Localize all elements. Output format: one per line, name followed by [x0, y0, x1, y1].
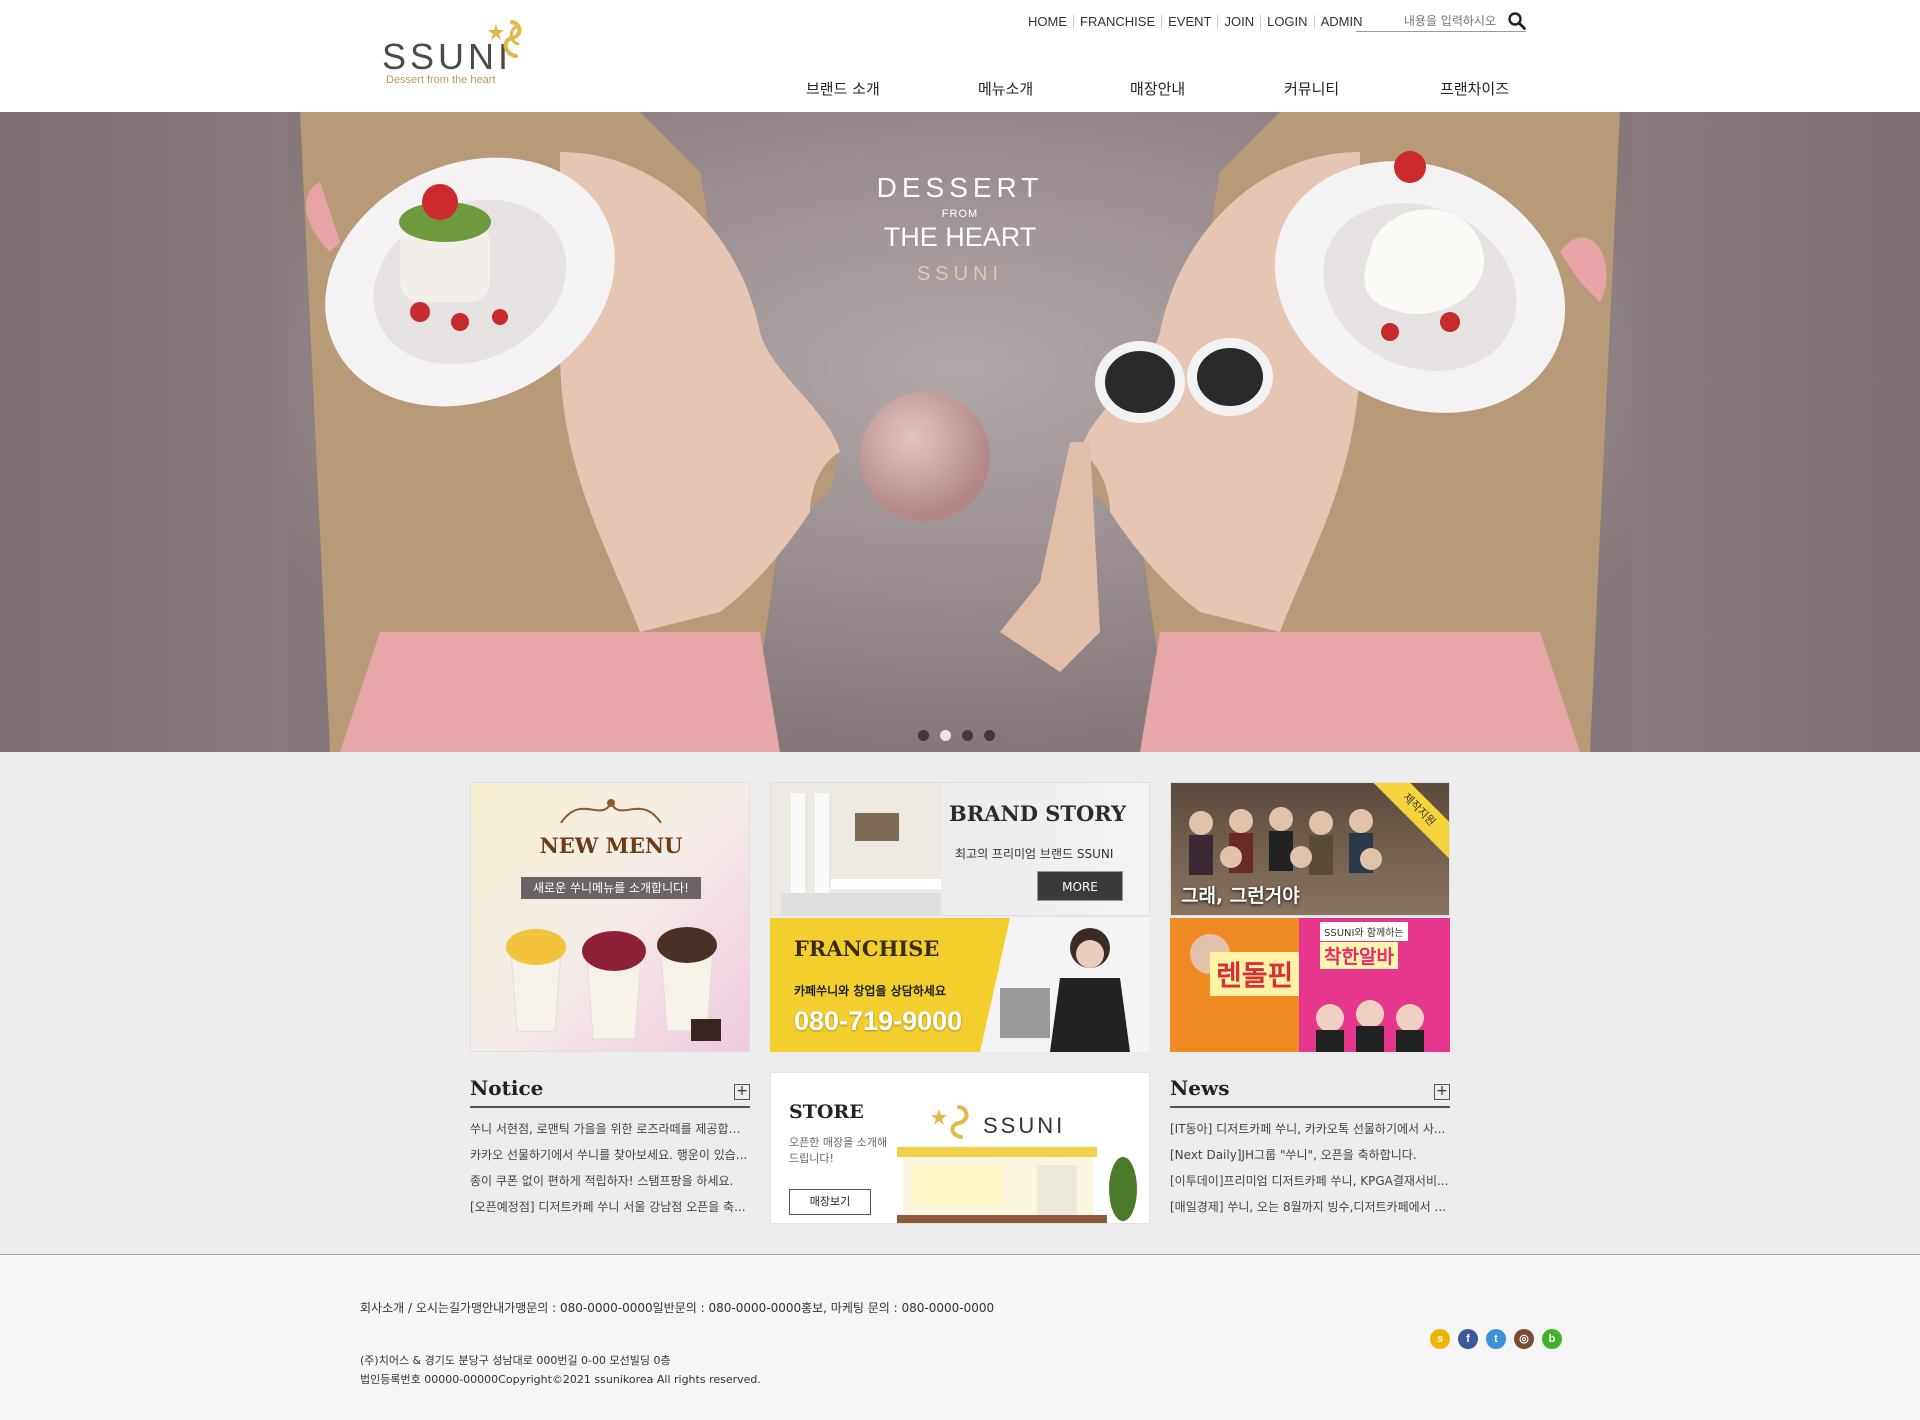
show-brand-note: SSUNI와 함께하는: [1320, 922, 1408, 941]
logo-tagline: Dessert from the heart: [386, 74, 496, 86]
facebook-icon[interactable]: f: [1458, 1329, 1478, 1349]
util-login-link[interactable]: LOGIN: [1261, 15, 1315, 29]
search-icon[interactable]: [1508, 12, 1526, 30]
slider-dot-2[interactable]: [940, 730, 951, 741]
store-view-button[interactable]: 매장보기: [789, 1189, 871, 1215]
notice-more-icon[interactable]: +: [734, 1084, 750, 1100]
news-title: News: [1170, 1076, 1230, 1100]
hero-headline: DESSERT FROM THE HEART SSUNI: [860, 172, 1060, 286]
twitter-icon[interactable]: t: [1486, 1329, 1506, 1349]
hero-line-from: FROM: [941, 208, 979, 220]
news-item[interactable]: [이투데이]프리미엄 디저트카페 쑤니, KPGA결재서비...: [1170, 1172, 1450, 1198]
ornament-icon: [560, 799, 662, 824]
drama-caption: 그래, 그런거야: [1181, 885, 1300, 907]
news-divider: [1170, 1106, 1450, 1108]
main-nav: 브랜드 소개 메뉴소개 매장안내 커뮤니티 프랜차이즈: [760, 78, 1550, 108]
franchise-subtitle: 카페쑤니와 창업을 상담하세요: [794, 984, 946, 998]
footer-address: (주)치어스 & 경기도 분당구 성남대로 000번길 0-00 모선빌딩 0층: [360, 1354, 671, 1367]
brand-story-tile[interactable]: BRAND STORY 최고의 프리미엄 브랜드 SSUNI MORE: [770, 782, 1150, 916]
logo-sparkle-icon: [488, 20, 522, 58]
show-subtitle: 착한알바: [1320, 942, 1398, 969]
news-item[interactable]: [IT동아] 디저트카페 쑤니, 카카오톡 선물하기에서 사...: [1170, 1120, 1450, 1146]
notice-board: Notice + 쑤니 서현점, 로맨틱 가을을 위한 로즈라떼를 제공합니..…: [470, 1076, 750, 1236]
news-list: [IT동아] 디저트카페 쑤니, 카카오톡 선물하기에서 사... [Next …: [1170, 1120, 1450, 1224]
hero-line-the-heart: THE HEART: [883, 222, 1037, 252]
show-title: 렌돌핀: [1210, 952, 1300, 996]
store-sparkle-icon: [931, 1105, 969, 1139]
blog-icon[interactable]: b: [1542, 1329, 1562, 1349]
slider-pagination: [918, 730, 995, 742]
cafe-interior-image: [771, 783, 941, 915]
util-event-link[interactable]: EVENT: [1162, 15, 1219, 29]
hero-line-dessert: DESSERT: [876, 172, 1044, 203]
brand-story-title: BRAND STORY: [949, 801, 1127, 826]
brand-story-subtitle: 최고의 프리미엄 브랜드 SSUNI: [955, 847, 1114, 861]
ssuni-logo[interactable]: SSUNI Dessert from the heart: [382, 18, 542, 88]
store-title: STORE: [789, 1101, 864, 1123]
util-join-link[interactable]: JOIN: [1218, 15, 1262, 29]
search-box: [1356, 10, 1526, 32]
utility-nav: HOME FRANCHISE EVENT JOIN LOGIN ADMIN: [1022, 12, 1368, 32]
new-menu-title: NEW MENU: [539, 833, 683, 858]
brand-story-more-button[interactable]: MORE: [1037, 871, 1123, 901]
store-subtitle: 오픈한 매장을 소개해드립니다!: [789, 1136, 888, 1165]
news-more-icon[interactable]: +: [1434, 1084, 1450, 1100]
new-menu-subtitle: 새로운 쑤니메뉴를 소개합니다!: [521, 877, 701, 899]
social-links: s f t ◎ b: [1430, 1329, 1562, 1349]
franchise-phone: 080-719-9000: [794, 1006, 963, 1036]
nav-franchise[interactable]: 프랜차이즈: [1440, 78, 1509, 99]
kakaostory-icon[interactable]: s: [1430, 1329, 1450, 1349]
notice-item[interactable]: [오픈예정점] 디저트카페 쑤니 서울 강남점 오픈을 축...: [470, 1198, 750, 1224]
slider-dot-3[interactable]: [962, 730, 973, 741]
instagram-icon[interactable]: ◎: [1514, 1329, 1534, 1349]
slider-dot-4[interactable]: [984, 730, 995, 741]
franchise-title: FRANCHISE: [794, 936, 940, 961]
slider-dot-1[interactable]: [918, 730, 929, 741]
dessert-cups-image: [506, 927, 721, 1041]
notice-item[interactable]: 카카오 선물하기에서 쑤니를 찾아보세요. 행운이 있습...: [470, 1146, 750, 1172]
footer-address-block: (주)치어스 & 경기도 분당구 성남대로 000번길 0-00 모선빌딩 0층…: [360, 1351, 761, 1389]
util-home-link[interactable]: HOME: [1022, 15, 1074, 29]
nav-brand[interactable]: 브랜드 소개: [806, 78, 880, 99]
store-building-image: [897, 1147, 1137, 1223]
franchise-tile[interactable]: FRANCHISE 카페쑤니와 창업을 상담하세요 080-719-9000: [770, 918, 1150, 1052]
site-header: SSUNI Dessert from the heart HOME FRANCH…: [0, 0, 1920, 112]
hero-line-ssuni: SSUNI: [916, 263, 1004, 285]
drama-sponsor-tile[interactable]: 제작지원 그래, 그런거야: [1170, 782, 1450, 916]
news-item[interactable]: [Next Daily]JH그룹 "쑤니", 오픈을 축하합니다.: [1170, 1146, 1450, 1172]
tv-show-tile[interactable]: 렌돌핀 SSUNI와 함께하는 착한알바: [1170, 918, 1450, 1052]
notice-item[interactable]: 쑤니 서현점, 로맨틱 가을을 위한 로즈라떼를 제공합니...: [470, 1120, 750, 1146]
hero-banner: DESSERT FROM THE HEART SSUNI: [0, 112, 1920, 752]
notice-list: 쑤니 서현점, 로맨틱 가을을 위한 로즈라떼를 제공합니... 카카오 선물하…: [470, 1120, 750, 1224]
nav-menu[interactable]: 메뉴소개: [978, 78, 1033, 99]
notice-title: Notice: [470, 1076, 544, 1100]
nav-store[interactable]: 매장안내: [1130, 78, 1185, 99]
new-menu-tile[interactable]: NEW MENU 새로운 쑤니메뉴를 소개합니다!: [470, 782, 750, 1052]
notice-item[interactable]: 종이 쿠폰 없이 편하게 적립하자! 스탬프팡을 하세요.: [470, 1172, 750, 1198]
barista-image: [980, 918, 1150, 1052]
search-input[interactable]: [1356, 12, 1496, 30]
news-board: News + [IT동아] 디저트카페 쑤니, 카카오톡 선물하기에서 사...…: [1170, 1076, 1450, 1236]
nav-community[interactable]: 커뮤니티: [1284, 78, 1339, 99]
notice-divider: [470, 1106, 750, 1108]
news-item[interactable]: [매일경제] 쑤니, 오는 8월까지 빙수,디저트카페에서 ...: [1170, 1198, 1450, 1224]
util-franchise-link[interactable]: FRANCHISE: [1074, 15, 1163, 29]
main-content: NEW MENU 새로운 쑤니메뉴를 소개합니다! BRAND STORY 최고…: [0, 752, 1920, 1254]
site-footer: 회사소개 / 오시는길가맹안내가맹문의 : 080-0000-0000일반문의 …: [0, 1254, 1920, 1420]
footer-links[interactable]: 회사소개 / 오시는길가맹안내가맹문의 : 080-0000-0000일반문의 …: [360, 1299, 994, 1316]
footer-copyright: 법인등록번호 00000-00000Copyright©2021 ssuniko…: [360, 1373, 761, 1386]
store-tile: STORE 오픈한 매장을 소개해드립니다! 매장보기 SSUNI: [770, 1072, 1150, 1224]
store-brand: SSUNI: [983, 1113, 1066, 1138]
